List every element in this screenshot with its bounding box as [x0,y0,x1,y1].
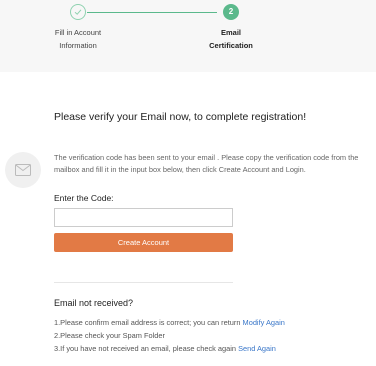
step-2-label-line1: Email [220,28,241,37]
step-1-circle [70,4,86,20]
step-2-label-line2: Certification [209,41,253,50]
step-1-label-line2: Information [59,41,97,50]
modify-again-link[interactable]: Modify Again [243,318,285,327]
page-title: Please verify your Email now, to complet… [54,111,307,123]
step-2-circle: 2 [223,4,239,20]
send-again-link[interactable]: Send Again [238,344,276,353]
help-line-3: 3.If you have not received an email, ple… [54,342,374,355]
step-connector-line [87,12,217,13]
section-divider [54,282,233,283]
check-icon [74,9,82,15]
help-line-1: 1.Please confirm email address is correc… [54,316,374,329]
help-line-1-text: 1.Please confirm email address is correc… [54,318,243,327]
mail-icon [5,152,41,188]
progress-stepper: Fill in Account Information 2 Email Cert… [0,0,376,72]
verification-info-text: The verification code has been sent to y… [54,152,364,176]
help-line-3-text: 3.If you have not received an email, ple… [54,344,239,353]
envelope-icon [15,164,31,176]
email-not-received-title: Email not received? [54,298,134,308]
step-1-label-line1: Fill in Account [54,28,102,37]
step-1-label: Fill in Account Information [38,26,118,52]
registration-page: Fill in Account Information 2 Email Cert… [0,0,376,366]
create-account-button[interactable]: Create Account [54,233,233,252]
help-line-2: 2.Please check your Spam Folder [54,331,165,340]
code-field-label: Enter the Code: [54,193,114,203]
verification-code-input[interactable] [54,208,233,227]
step-2-label: Email Certification [191,26,271,52]
info-text-part1: The verification code has been sent to y… [54,153,216,162]
help-list: 1.Please confirm email address is correc… [54,316,374,355]
